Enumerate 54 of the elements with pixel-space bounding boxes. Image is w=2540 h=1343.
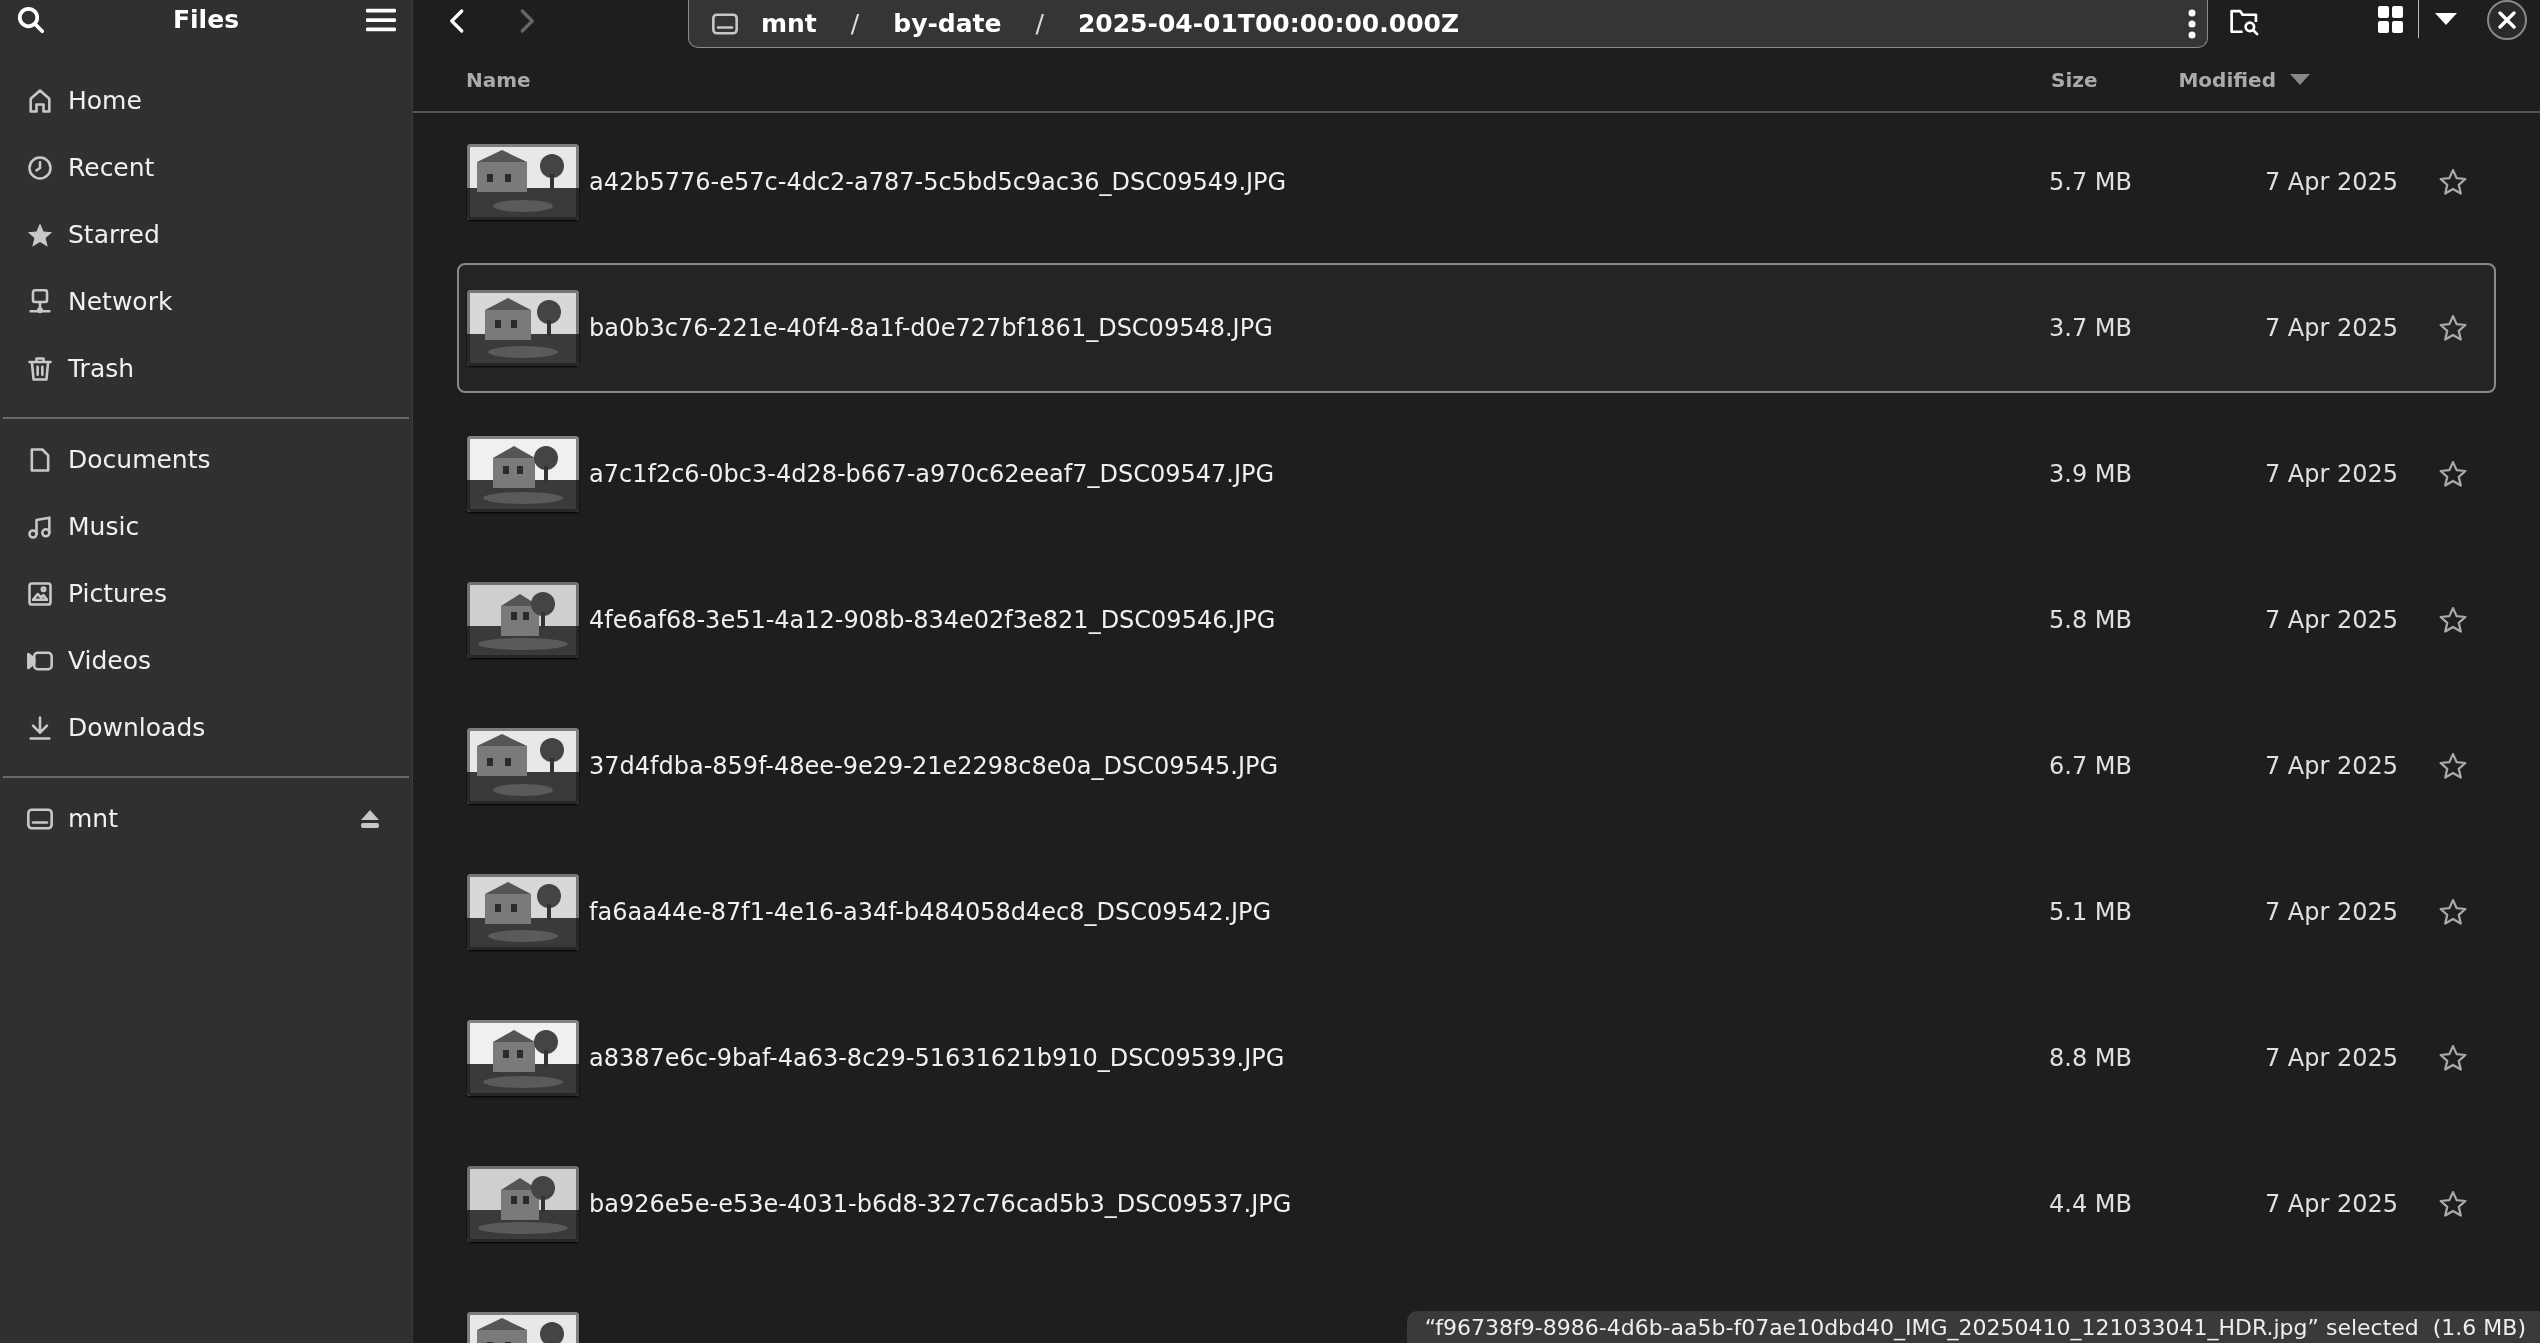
file-name: 4fe6af68-3e51-4a12-908b-834e02f3e821_DSC09546.JPG	[589, 605, 1276, 636]
sidebar-item[interactable]: Music	[0, 493, 412, 560]
file-size: 6.7 MB	[2048, 751, 2132, 782]
modified-date: 7 Apr 2025	[2263, 459, 2398, 490]
modified-date: 7 Apr 2025	[2263, 751, 2398, 782]
sidebar-item[interactable]: Home	[0, 67, 412, 134]
sidebar-item[interactable]: Starred	[0, 201, 412, 268]
file-row[interactable]: a7c1f2c6-0bc3-4d28-b667-a970c62eeaf7_DSC09547.JPG 3.9 MB 7 Apr 2025	[457, 409, 2496, 539]
status-toast: “f96738f9-8986-4d6b-aa5b-f07ae10dbd40_IMG_20250410_121033041_HDR.jpg” selected (1.6 MB)	[1406, 1311, 2540, 1343]
sidebar-item[interactable]: mnt	[0, 785, 412, 852]
path-segment[interactable]: by-date	[893, 4, 1002, 43]
sidebar-item[interactable]: Recent	[0, 134, 412, 201]
sidebar-title: Files	[172, 4, 240, 37]
path-segment[interactable]: mnt	[761, 4, 817, 43]
file-row[interactable]: 37d4fdba-859f-48ee-9e29-21e2298c8e0a_DSC09545.JPG 6.7 MB 7 Apr 2025	[457, 701, 2496, 831]
file-name: 37d4fdba-859f-48ee-9e29-21e2298c8e0a_DSC09545.JPG	[589, 751, 1279, 782]
file-size: 3.9 MB	[2048, 459, 2132, 490]
modified-date: 7 Apr 2025	[2263, 897, 2398, 928]
modified-date: 7 Apr 2025	[2263, 1043, 2398, 1074]
file-name: ba0b3c76-221e-40f4-8a1f-d0e727bf1861_DSC09548.JPG	[589, 313, 1273, 344]
column-header[interactable]: Size	[2051, 64, 2098, 95]
file-row[interactable]: 4fe6af68-3e51-4a12-908b-834e02f3e821_DSC09546.JPG 5.8 MB 7 Apr 2025	[457, 555, 2496, 685]
file-name: a8387e6c-9baf-4a63-8c29-51631621b910_DSC09539.JPG	[589, 1043, 1285, 1074]
column-header[interactable]: Modified	[2178, 64, 2276, 95]
file-name: a7c1f2c6-0bc3-4d28-b667-a970c62eeaf7_DSC09547.JPG	[589, 459, 1275, 490]
file-name: ba926e5e-e53e-4031-b6d8-327c76cad5b3_DSC09537.JPG	[589, 1189, 1292, 1220]
sidebar-item[interactable]: Downloads	[0, 694, 412, 761]
sidebar-item[interactable]: Videos	[0, 627, 412, 694]
file-row[interactable]: ba0b3c76-221e-40f4-8a1f-d0e727bf1861_DSC09548.JPG 3.7 MB 7 Apr 2025	[457, 263, 2496, 393]
column-header[interactable]: Name	[466, 64, 531, 95]
file-size: 8.8 MB	[2048, 1043, 2132, 1074]
file-name: fa6aa44e-87f1-4e16-a34f-b484058d4ec8_DSC09542.JPG	[589, 897, 1272, 928]
modified-date: 7 Apr 2025	[2263, 313, 2398, 344]
path-bar[interactable]: mnt / by-date / 2025-04-01T00:00:00.000Z	[688, 0, 2208, 48]
path-separator: /	[1035, 7, 1044, 40]
file-name: a42b5776-e57c-4dc2-a787-5c5bd5c9ac36_DSC09549.JPG	[589, 167, 1287, 198]
file-size: 5.1 MB	[2048, 897, 2132, 928]
sidebar-item[interactable]: Pictures	[0, 560, 412, 627]
path-segment[interactable]: 2025-04-01T00:00:00.000Z	[1077, 4, 1460, 43]
file-row[interactable]: fa6aa44e-87f1-4e16-a34f-b484058d4ec8_DSC09542.JPG 5.1 MB 7 Apr 2025	[457, 847, 2496, 977]
modified-date: 7 Apr 2025	[2263, 605, 2398, 636]
file-row[interactable]: ba926e5e-e53e-4031-b6d8-327c76cad5b3_DSC09537.JPG 4.4 MB 7 Apr 2025	[457, 1139, 2496, 1269]
modified-date: 7 Apr 2025	[2263, 167, 2398, 198]
file-row[interactable]: a8387e6c-9baf-4a63-8c29-51631621b910_DSC09539.JPG 8.8 MB 7 Apr 2025	[457, 993, 2496, 1123]
sidebar-item[interactable]: Trash	[0, 335, 412, 402]
file-size: 5.8 MB	[2048, 605, 2132, 636]
sidebar-item[interactable]: Documents	[0, 426, 412, 493]
file-size: 3.7 MB	[2048, 313, 2132, 344]
file-size: 5.7 MB	[2048, 167, 2132, 198]
path-separator: /	[850, 7, 860, 40]
file-row[interactable]: a42b5776-e57c-4dc2-a787-5c5bd5c9ac36_DSC09549.JPG 5.7 MB 7 Apr 2025	[457, 117, 2496, 247]
modified-date: 7 Apr 2025	[2263, 1189, 2398, 1220]
sidebar-item[interactable]: Network	[0, 268, 412, 335]
file-size: 4.4 MB	[2048, 1189, 2132, 1220]
